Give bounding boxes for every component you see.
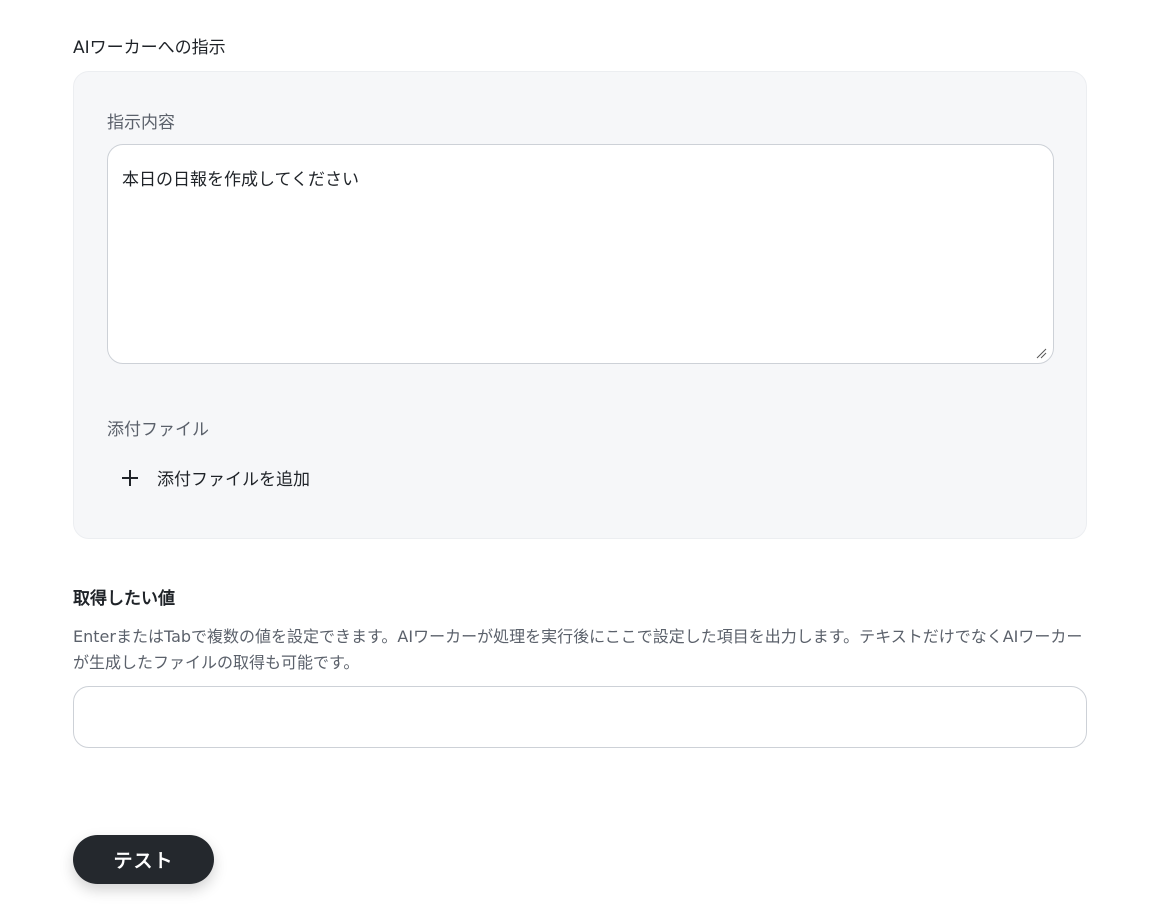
test-button[interactable]: テスト: [73, 835, 214, 884]
instruction-content-label: 指示内容: [107, 113, 175, 133]
resize-handle-icon[interactable]: [1035, 347, 1047, 359]
add-attachment-button[interactable]: 添付ファイルを追加: [119, 465, 310, 490]
output-section-description: EnterまたはTabで複数の値を設定できます。AIワーカーが処理を実行後にここ…: [73, 627, 1083, 672]
instruction-content-text: 本日の日報を作成してください: [122, 170, 359, 190]
instruction-content-textarea[interactable]: 本日の日報を作成してください: [107, 144, 1054, 364]
add-attachment-label: 添付ファイルを追加: [157, 470, 310, 490]
plus-icon: [122, 469, 138, 486]
instruction-section-title: AIワーカーへの指示: [73, 38, 226, 58]
output-section-title: 取得したい値: [73, 589, 175, 609]
attachment-label: 添付ファイル: [107, 420, 209, 440]
ai-worker-settings-page: AIワーカーへの指示 指示内容 本日の日報を作成してください 添付ファイル 添付…: [0, 0, 1163, 921]
instruction-panel: 指示内容 本日の日報を作成してください 添付ファイル 添付ファイルを追加: [73, 71, 1087, 539]
output-values-input[interactable]: [73, 686, 1087, 748]
